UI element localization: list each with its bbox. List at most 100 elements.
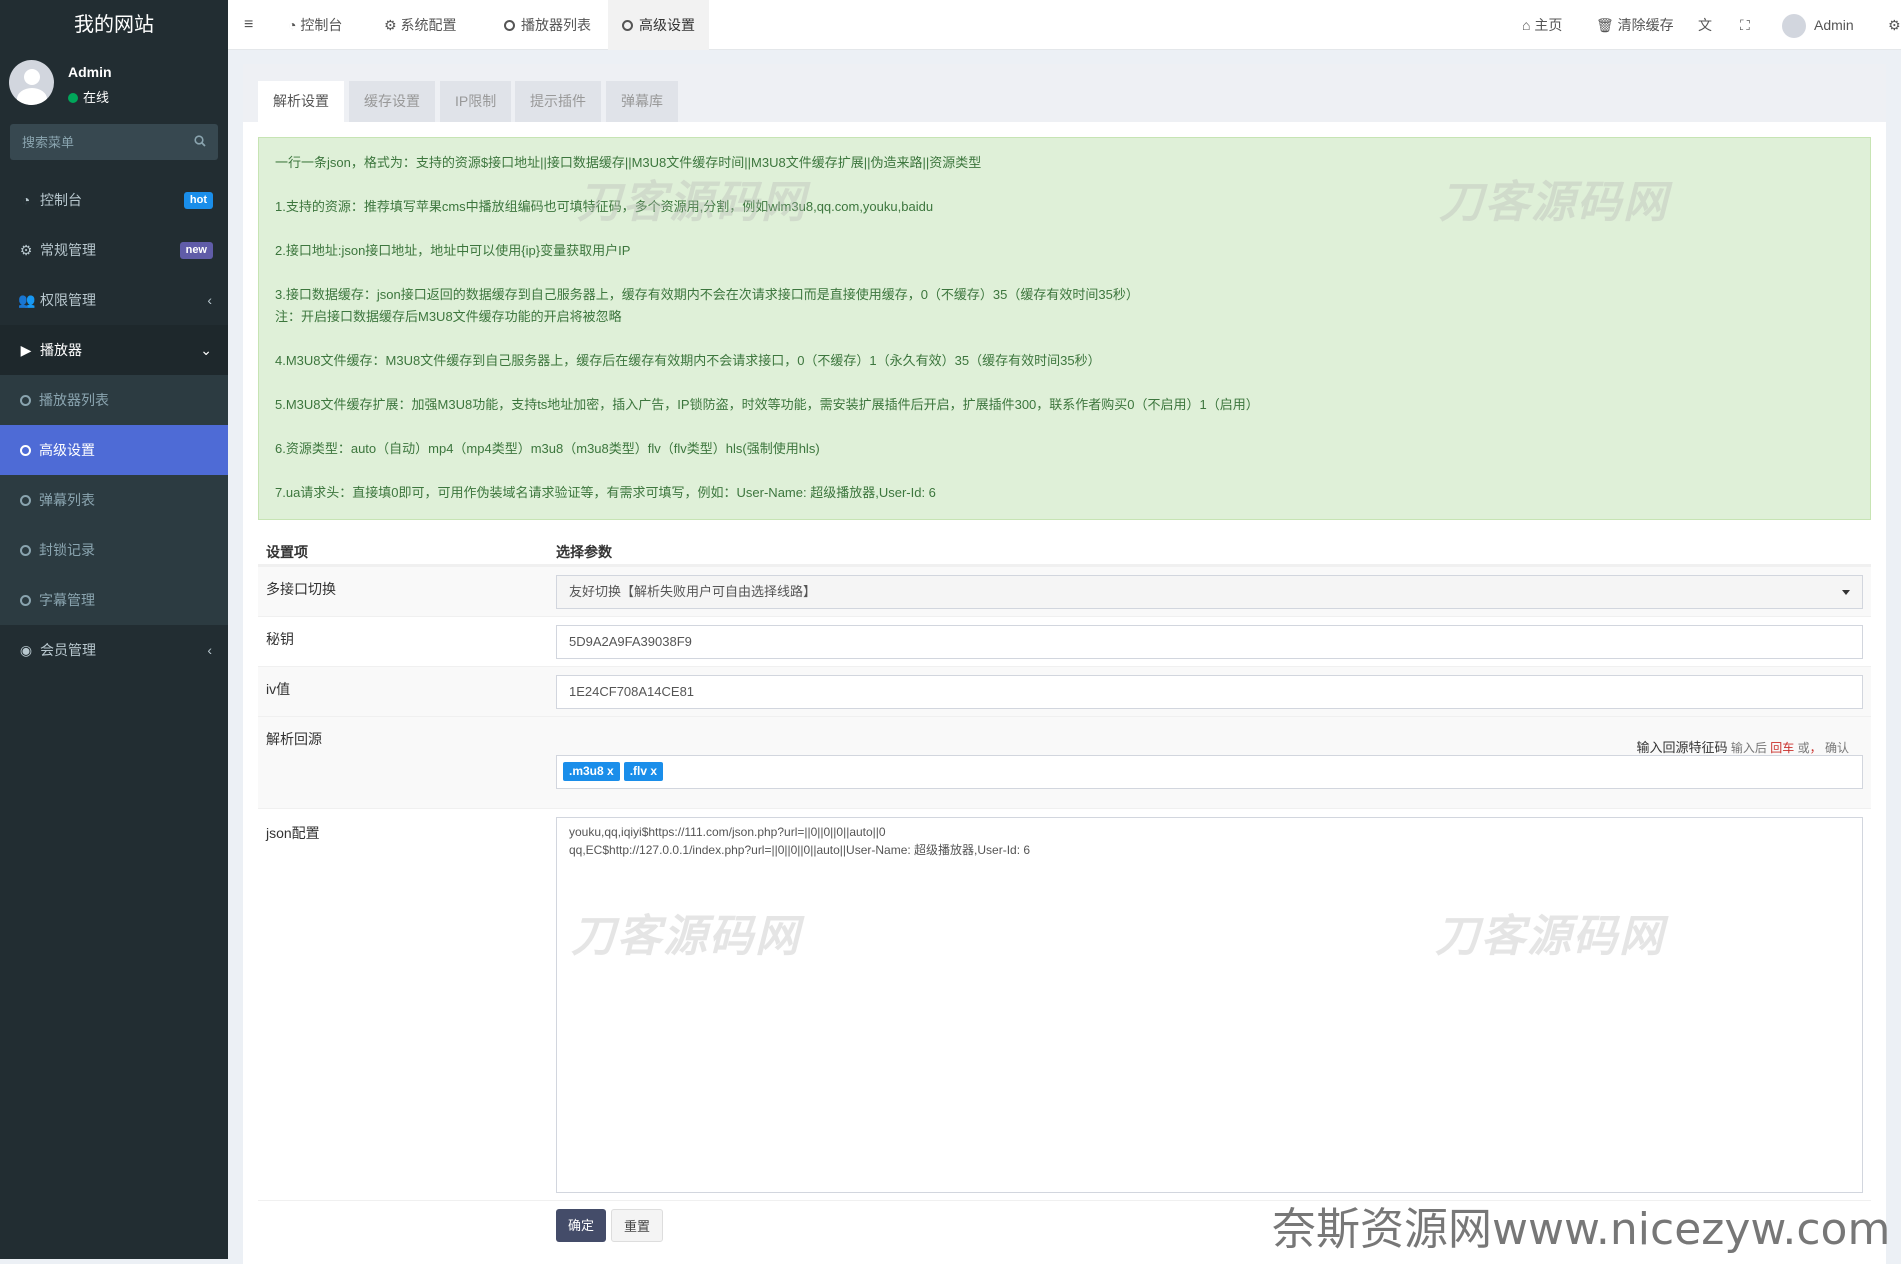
user-panel: Admin 在线 xyxy=(0,50,228,124)
hint-key: 回车 xyxy=(1770,741,1795,755)
sidebar-item-player-list[interactable]: 播放器列表 xyxy=(0,375,228,425)
clear-cache-link[interactable]: 🗑 清除缓存 xyxy=(1596,0,1674,50)
circle-icon xyxy=(20,445,31,456)
users-icon: 👥 xyxy=(18,292,36,308)
source-label: 解析回源 xyxy=(266,731,322,747)
json-line: qq,EC$http://127.0.0.1/index.php?url=||0… xyxy=(569,843,1031,857)
avatar xyxy=(9,60,54,105)
hint-comma: ， xyxy=(1809,741,1822,755)
tag-flv[interactable]: .flv x xyxy=(623,762,664,781)
secret-input[interactable]: 5D9A2A9FA39038F9 xyxy=(556,625,1863,659)
sidebar-item-label: 会员管理 xyxy=(40,642,96,658)
chevron-left-icon: ‹ xyxy=(207,292,212,308)
select-value: 友好切换【解析失败用户可自由选择线路】 xyxy=(569,584,817,599)
notice-line: 2.接口地址:json接口地址，地址中可以使用{ip}变量获取用户IP xyxy=(275,243,631,258)
tab-danmaku-lib[interactable]: 弹幕库 xyxy=(606,81,678,122)
user-name: Admin xyxy=(68,64,112,80)
site-title[interactable]: 我的网站 xyxy=(0,0,228,50)
tab-tip-plugin[interactable]: 提示插件 xyxy=(515,81,601,122)
sidebar-item-general[interactable]: ⚙ 常规管理 new xyxy=(0,225,228,275)
reset-button[interactable]: 重置 xyxy=(611,1209,664,1242)
sidebar-item-player[interactable]: ▶ 播放器 ⌄ xyxy=(0,325,228,375)
sidebar-item-dashboard[interactable]: ◔ 控制台 hot xyxy=(0,175,228,225)
hot-badge: hot xyxy=(183,192,213,209)
watermark: 刀客源码网 xyxy=(1439,178,1669,227)
home-icon: ⌂ xyxy=(1522,17,1535,33)
gear-icon: ⚙ xyxy=(384,17,401,33)
submit-button[interactable]: 确定 xyxy=(556,1209,607,1242)
footer-watermark: 奈斯资源网www.nicezyw.com xyxy=(1272,1204,1891,1255)
cogs-icon: ⚙ xyxy=(19,242,33,258)
sidebar-item-label: 播放器列表 xyxy=(39,392,109,408)
search-icon[interactable] xyxy=(194,135,206,147)
circle-icon xyxy=(20,495,31,506)
tab-label: 播放器列表 xyxy=(521,17,591,33)
online-dot-icon xyxy=(68,93,78,103)
secret-label: 秘钥 xyxy=(266,631,294,647)
new-badge: new xyxy=(179,242,213,259)
hamburger-icon[interactable]: ≡ xyxy=(244,0,253,50)
source-tags-input[interactable]: .m3u8 x .flv x xyxy=(556,755,1863,789)
user-menu[interactable]: Admin xyxy=(1782,0,1854,50)
sidebar-item-label: 封锁记录 xyxy=(39,542,95,558)
circle-icon xyxy=(20,395,31,406)
user-label: Admin xyxy=(1814,17,1854,33)
content-panel: 解析设置 缓存设置 IP限制 提示插件 弹幕库 一行一条json，格式为：支持的… xyxy=(243,64,1886,1264)
sidebar-item-block-log[interactable]: 封锁记录 xyxy=(0,525,228,575)
json-config-label: json配置 xyxy=(266,825,320,841)
hint-text: 输入后 xyxy=(1730,741,1767,755)
tab-label: 控制台 xyxy=(300,17,343,33)
sidebar: 我的网站 Admin 在线 ◔ 控制台 hot ⚙ 常规管理 new 👥权限管理 ‹ ▶ 播… xyxy=(0,0,228,1259)
header-value: 选择参数 xyxy=(556,544,612,560)
sidebar-item-permissions[interactable]: 👥 权限管理 ‹ xyxy=(0,275,228,325)
sidebar-item-label: 高级设置 xyxy=(39,442,95,458)
chevron-left-icon: ‹ xyxy=(207,642,212,658)
notice-line: 3.接口数据缓存：json接口返回的数据缓存到自己服务器上，缓存有效期内不会在次… xyxy=(275,287,1139,302)
notice-line: 7.ua请求头：直接填0即可，可用作伪装域名请求验证等，有需求可填写，例如：Us… xyxy=(275,485,936,500)
notice-line: 6.资源类型：auto（自动）mp4（mp4类型）m3u8（m3u8类型）flv… xyxy=(275,441,820,456)
tab-parse-settings[interactable]: 解析设置 xyxy=(258,81,344,122)
dashboard-icon: ◔ xyxy=(21,192,31,208)
json-config-textarea[interactable]: youku,qq,iqiyi$https://111.com/json.php?… xyxy=(556,817,1863,1193)
multi-switch-select[interactable]: 友好切换【解析失败用户可自由选择线路】 xyxy=(556,575,1863,609)
notice-line: 4.M3U8文件缓存：M3U8文件缓存到自己服务器上，缓存后在缓存有效期内不会请… xyxy=(275,353,1101,368)
sidebar-item-danmaku-list[interactable]: 弹幕列表 xyxy=(0,475,228,525)
tab-dashboard[interactable]: ◔ 控制台 xyxy=(288,0,342,50)
multi-switch-label: 多接口切换 xyxy=(266,581,336,597)
tag-m3u8[interactable]: .m3u8 x xyxy=(563,762,620,781)
source-hint: 输入回源特征码 输入后 回车 或， 确认 xyxy=(1637,737,1849,756)
tab-label: 系统配置 xyxy=(400,17,457,33)
settings-icon[interactable]: ⚙ xyxy=(1888,0,1901,50)
sidebar-item-label: 常规管理 xyxy=(40,242,96,258)
sidebar-item-label: 弹幕列表 xyxy=(39,492,95,508)
sidebar-item-label: 字幕管理 xyxy=(39,592,95,608)
trash-icon: 🗑 xyxy=(1596,17,1618,33)
tab-system-config[interactable]: ⚙ 系统配置 xyxy=(384,0,456,50)
home-link[interactable]: ⌂ 主页 xyxy=(1522,0,1562,50)
sidebar-item-subtitles[interactable]: 字幕管理 xyxy=(0,575,228,625)
tab-cache-settings[interactable]: 缓存设置 xyxy=(349,81,435,122)
sidebar-menu: ◔ 控制台 hot ⚙ 常规管理 new 👥 权限管理 ‹ ▶ 播放器 ⌄ xyxy=(0,175,228,375)
watermark: 刀客源码网 xyxy=(577,178,807,227)
watermark: 刀客源码网 xyxy=(1435,912,1665,961)
tab-player-list[interactable]: 播放器列表 xyxy=(494,0,601,50)
fullscreen-icon[interactable]: ⛶ xyxy=(1740,0,1750,50)
table-row: json配置 youku,qq,iqiyi$https://111.com/js… xyxy=(258,808,1871,1200)
sidebar-menu-bottom: ◉ 会员管理 ‹ xyxy=(0,625,228,675)
tab-ip-limit[interactable]: IP限制 xyxy=(440,81,512,122)
hint-text: 或 xyxy=(1797,741,1810,755)
sidebar-item-advanced[interactable]: 高级设置 xyxy=(0,425,228,475)
circle-icon xyxy=(20,595,31,606)
search-input[interactable] xyxy=(10,124,218,160)
sidebar-item-members[interactable]: ◉ 会员管理 ‹ xyxy=(0,625,228,675)
player-submenu: 播放器列表 高级设置 弹幕列表 封锁记录 字幕管理 xyxy=(0,375,228,625)
translate-icon[interactable]: 文 xyxy=(1698,0,1712,50)
home-label: 主页 xyxy=(1534,17,1563,33)
circle-icon xyxy=(622,20,633,31)
avatar xyxy=(1782,14,1806,39)
user-status: 在线 xyxy=(68,87,109,106)
tab-advanced[interactable]: 高级设置 xyxy=(608,0,709,50)
table-row: iv值 1E24CF708A14CE81 xyxy=(258,666,1871,716)
dashboard-icon: ◔ xyxy=(288,17,301,33)
iv-input[interactable]: 1E24CF708A14CE81 xyxy=(556,675,1863,709)
